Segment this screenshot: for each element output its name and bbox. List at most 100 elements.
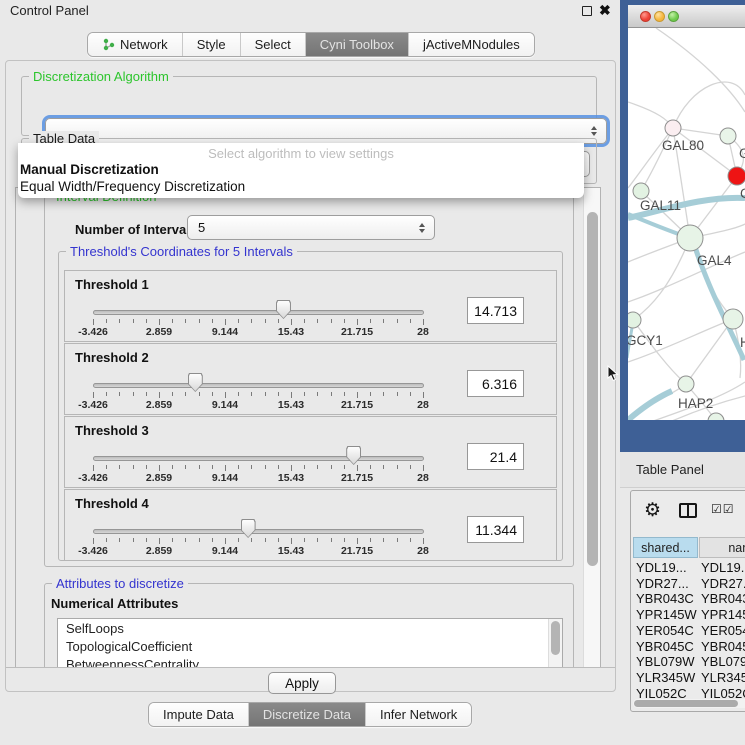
slider-tick [106,319,107,323]
select-columns-icon[interactable]: ☑☑ [711,502,735,516]
column-header-shared-name[interactable]: shared... [633,537,698,558]
slider-track[interactable] [93,529,424,534]
slider-tick [423,319,424,325]
network-edge [656,28,745,112]
table-row[interactable]: YBR045CYBR045C [631,639,745,655]
table-row[interactable]: YLR345WYLR345W [631,670,745,686]
table-row[interactable]: YDR27...YDR27... [631,576,745,592]
attribute-list-item[interactable]: SelfLoops [58,619,562,637]
tab-discretize-data[interactable]: Discretize Data [249,703,366,726]
slider-tick [265,465,266,469]
slider-tick [93,392,94,398]
interval-definition-group: Interval Definition Number of Intervals … [44,196,574,567]
slider-scale-label: 9.144 [212,472,238,484]
slider-tick [397,392,398,396]
network-canvas[interactable]: GAL80GALGAL11CGAL4GCY1HHAP2 [628,28,745,420]
slider-tick [159,538,160,544]
slider-scale-label: 2.859 [146,399,172,411]
split-columns-icon[interactable] [679,503,697,518]
viewport-scrollbar-thumb[interactable] [587,212,598,566]
control-panel-titlebar: Control Panel ✖ [0,0,620,22]
tab-infer-network[interactable]: Infer Network [366,703,471,726]
slider-scale-label: 28 [417,399,429,411]
network-node[interactable] [678,376,694,392]
slider-tick [172,319,173,323]
tab-cyni-toolbox[interactable]: Cyni Toolbox [306,33,409,56]
gear-icon[interactable]: ⚙ [644,499,661,522]
table-row[interactable]: YBL079WYBL079W [631,654,745,670]
slider-tick [291,392,292,398]
network-node-label: GAL80 [662,138,704,153]
number-of-intervals-combobox[interactable]: 5 [187,215,435,240]
close-icon[interactable]: ✖ [599,2,611,19]
attribute-list-item[interactable]: TopologicalCoefficient [58,637,562,655]
threshold-value-field[interactable]: 6.316 [467,370,524,397]
network-node[interactable] [728,167,745,185]
slider-tick [199,465,200,469]
slider-handle[interactable] [188,373,203,392]
threshold-value-field[interactable]: 11.344 [467,516,524,543]
popup-option[interactable]: Equal Width/Frequency Discretization [18,178,584,195]
viewport-scrollbar[interactable] [583,188,600,667]
close-traffic-light-icon[interactable] [640,11,651,22]
slider-handle[interactable] [276,300,291,319]
network-node[interactable] [633,183,649,199]
table-row[interactable]: YDL19...YDL19... [631,560,745,576]
apply-button[interactable]: Apply [268,672,336,694]
slider-tick [344,465,345,469]
attributes-scrollbar-thumb[interactable] [551,621,560,655]
cell-name: YBR043C [701,591,745,606]
settings-scroll-viewport: Interval Definition Number of Intervals … [15,187,601,668]
slider-tick [159,319,160,325]
network-node[interactable] [720,128,736,144]
cell-name: YLR345W [701,670,745,685]
apply-bar: Apply [6,667,615,692]
slider-handle[interactable] [241,519,256,538]
slider-tick [251,319,252,323]
threshold-value-field[interactable]: 14.713 [467,297,524,324]
slider-tick [238,465,239,469]
table-row[interactable]: YPR145WYPR145W [631,607,745,623]
slider-track[interactable] [93,310,424,315]
network-node[interactable] [665,120,681,136]
threshold-box: Threshold 2-3.4262.8599.14415.4321.71528… [64,343,557,415]
popup-option[interactable]: Manual Discretization [18,161,584,178]
slider-handle[interactable] [346,446,361,465]
slider-track[interactable] [93,383,424,388]
minimize-traffic-light-icon[interactable] [654,11,665,22]
network-node[interactable] [628,312,641,328]
slider-tick [106,465,107,469]
threshold-value-field[interactable]: 21.4 [467,443,524,470]
tab-network[interactable]: Network [88,33,183,56]
slider-track[interactable] [93,456,424,461]
attributes-scrollbar[interactable] [548,619,562,668]
table-row[interactable]: YBR043C YBR043C [631,591,745,607]
tab-impute-data[interactable]: Impute Data [149,703,249,726]
tab-select[interactable]: Select [241,33,306,56]
slider-tick [344,319,345,323]
network-node[interactable] [677,225,703,251]
combo-stepper-icon [419,223,425,233]
attributes-group: Attributes to discretize Numerical Attri… [44,583,574,668]
tab-jactivemnodules[interactable]: jActiveMNodules [409,33,534,56]
column-header-name[interactable]: name [699,537,745,558]
slider-tick [119,319,120,323]
slider-tick [106,538,107,542]
tab-style[interactable]: Style [183,33,241,56]
float-window-icon[interactable] [582,6,592,16]
network-node[interactable] [723,309,743,329]
table-scrollbar-thumb[interactable] [634,700,738,707]
zoom-traffic-light-icon[interactable] [668,11,679,22]
slider-tick [397,465,398,469]
cell-shared-name: YBR043C [636,591,694,606]
slider-scale-label: 9.144 [212,326,238,338]
table-row[interactable]: YER054CYER054C [631,623,745,639]
cell-shared-name: YBR045C [636,639,694,654]
table-panel-titlebar: Table Panel [620,452,745,488]
slider-tick [304,319,305,323]
network-node-label: HAP2 [678,396,713,411]
numerical-attributes-list[interactable]: SelfLoopsTopologicalCoefficientBetweenne… [57,618,563,668]
slider-tick [146,319,147,323]
table-horizontal-scrollbar[interactable] [633,699,745,708]
slider-tick [423,392,424,398]
